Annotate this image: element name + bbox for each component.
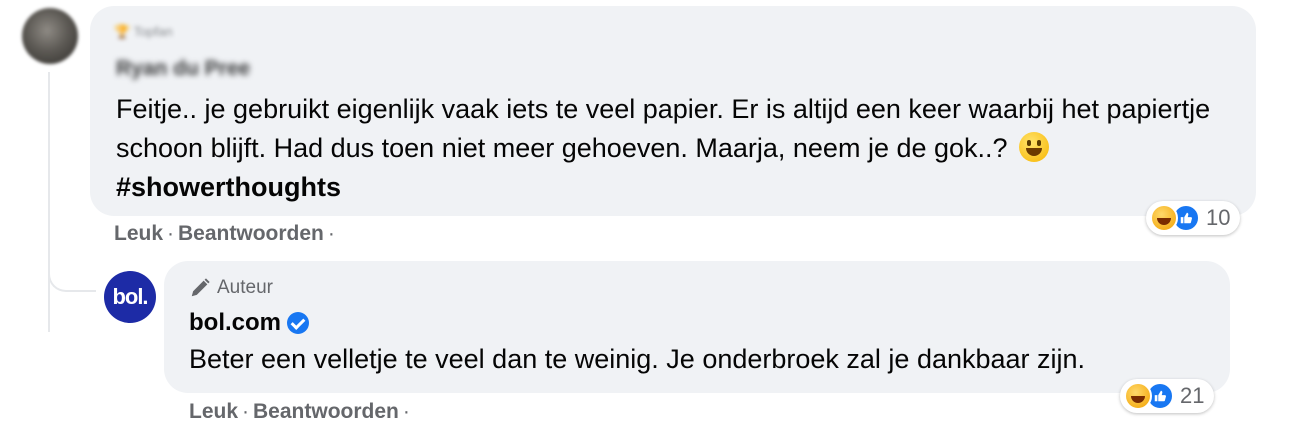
reply-link[interactable]: Beantwoorden	[178, 222, 324, 245]
reaction-count: 10	[1206, 205, 1231, 230]
verified-badge-icon	[287, 312, 310, 334]
hashtag-link[interactable]: #showerthoughts	[116, 172, 341, 202]
haha-reaction-icon	[1124, 382, 1152, 410]
commenter-avatar[interactable]	[22, 8, 78, 64]
commenter-name[interactable]: Ryan du Pree	[116, 57, 250, 81]
author-badge: Auteur	[189, 277, 273, 299]
thread-line	[48, 72, 50, 332]
reply-author: bol.com	[189, 309, 310, 337]
reply-link[interactable]: Beantwoorden	[253, 400, 399, 423]
like-link[interactable]: Leuk	[114, 222, 163, 245]
topfan-badge: 🏆 Topfan	[114, 24, 173, 39]
reaction-summary[interactable]: 10	[1146, 201, 1241, 235]
reply-text: Beter een velletje te veel dan te weinig…	[189, 344, 1086, 374]
trophy-icon: 🏆	[114, 24, 131, 39]
reply-author-name[interactable]: bol.com	[189, 309, 281, 337]
thread-connector	[48, 230, 96, 292]
like-link[interactable]: Leuk	[189, 400, 238, 423]
author-label: Auteur	[217, 277, 273, 298]
comment-text: Feitje.. je gebruikt eigenlijk vaak iets…	[116, 90, 1246, 207]
reaction-count: 21	[1180, 383, 1205, 408]
reaction-summary[interactable]: 21	[1120, 379, 1215, 413]
haha-reaction-icon	[1150, 204, 1178, 232]
bol-avatar[interactable]: bol.	[104, 271, 156, 323]
grinning-face-emoji-icon	[1019, 132, 1050, 162]
pencil-icon	[189, 277, 211, 299]
comment-actions: Leuk · Beantwoorden ·	[114, 222, 335, 245]
reply-actions: Leuk · Beantwoorden ·	[189, 400, 410, 423]
